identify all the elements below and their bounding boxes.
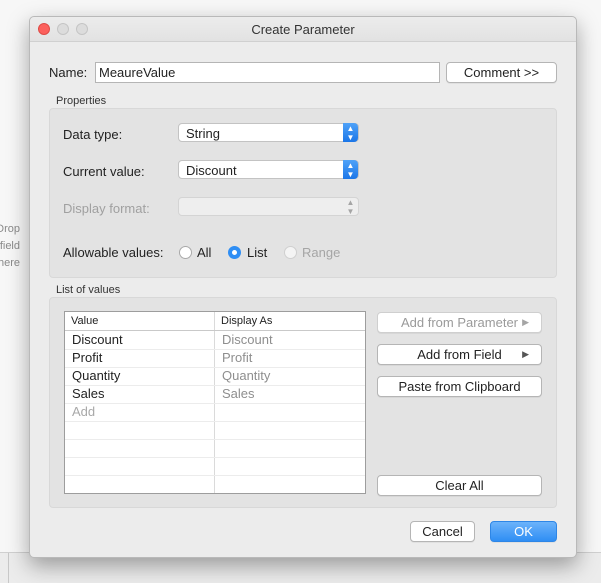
triangle-right-icon: ▶ bbox=[522, 349, 529, 359]
row-value[interactable]: Profit bbox=[72, 350, 102, 365]
allowable-values-label: Allowable values: bbox=[63, 245, 164, 260]
title-bar[interactable]: Create Parameter bbox=[30, 17, 576, 42]
data-type-label: Data type: bbox=[63, 127, 123, 142]
radio-all[interactable] bbox=[179, 246, 192, 259]
table-row[interactable]: Quantity Quantity bbox=[65, 367, 365, 386]
comment-button[interactable]: Comment >> bbox=[446, 62, 557, 83]
table-row[interactable]: Discount Discount bbox=[65, 331, 365, 350]
radio-list-label[interactable]: List bbox=[247, 245, 267, 260]
properties-label: Properties bbox=[56, 95, 107, 107]
ok-button[interactable]: OK bbox=[490, 521, 557, 542]
empty-row bbox=[65, 457, 365, 476]
row-value[interactable]: Discount bbox=[72, 332, 123, 347]
row-value[interactable]: Sales bbox=[72, 386, 105, 401]
add-from-parameter-button: Add from Parameter ▶ bbox=[377, 312, 542, 333]
drop-field-hint: Drop field here bbox=[0, 221, 20, 272]
row-display-as[interactable]: Profit bbox=[222, 350, 252, 365]
data-type-select[interactable]: String ▲ ▼ bbox=[178, 123, 359, 142]
add-placeholder[interactable]: Add bbox=[72, 404, 95, 419]
current-value-select[interactable]: Discount ▲ ▼ bbox=[178, 160, 359, 179]
radio-range bbox=[284, 246, 297, 259]
radio-range-label: Range bbox=[302, 245, 341, 260]
table-header: Value Display As bbox=[65, 312, 365, 331]
select-stepper-icon: ▲ ▼ bbox=[346, 198, 355, 216]
clear-all-button[interactable]: Clear All bbox=[377, 475, 542, 496]
triangle-right-icon: ▶ bbox=[522, 317, 529, 327]
add-from-parameter-label: Add from Parameter bbox=[400, 315, 519, 330]
cancel-button[interactable]: Cancel bbox=[410, 521, 475, 542]
name-label: Name: bbox=[49, 65, 88, 80]
row-display-as[interactable]: Sales bbox=[222, 386, 255, 401]
paste-from-clipboard-button[interactable]: Paste from Clipboard bbox=[377, 376, 542, 397]
column-header-value[interactable]: Value bbox=[71, 315, 98, 327]
hint-line: field bbox=[0, 240, 20, 252]
add-row[interactable]: Add bbox=[65, 403, 365, 422]
select-stepper-icon: ▲ ▼ bbox=[343, 160, 358, 179]
empty-row bbox=[65, 439, 365, 458]
add-from-field-label: Add from Field bbox=[417, 347, 502, 362]
list-of-values-label: List of values bbox=[56, 284, 121, 296]
current-value-label: Current value: bbox=[63, 164, 145, 179]
display-format-label: Display format: bbox=[63, 201, 150, 216]
name-input[interactable]: MeaureValue bbox=[95, 62, 440, 83]
data-type-value: String bbox=[186, 126, 220, 141]
row-display-as[interactable]: Discount bbox=[222, 332, 273, 347]
empty-row bbox=[65, 421, 365, 440]
table-row[interactable]: Sales Sales bbox=[65, 385, 365, 404]
display-format-select: ▲ ▼ bbox=[178, 197, 359, 216]
values-table[interactable]: Value Display As Discount Discount Profi… bbox=[64, 311, 366, 494]
dialog-title: Create Parameter bbox=[251, 22, 355, 37]
radio-all-label[interactable]: All bbox=[197, 245, 211, 260]
hint-line: here bbox=[0, 257, 20, 269]
hint-line: Drop bbox=[0, 223, 20, 235]
row-display-as[interactable]: Quantity bbox=[222, 368, 270, 383]
current-value-value: Discount bbox=[186, 163, 237, 178]
select-stepper-icon: ▲ ▼ bbox=[343, 123, 358, 142]
radio-list[interactable] bbox=[228, 246, 241, 259]
row-value[interactable]: Quantity bbox=[72, 368, 120, 383]
table-row[interactable]: Profit Profit bbox=[65, 349, 365, 368]
create-parameter-dialog: Create Parameter Name: MeaureValue Comme… bbox=[29, 16, 577, 558]
add-from-field-button[interactable]: Add from Field ▶ bbox=[377, 344, 542, 365]
column-header-display-as[interactable]: Display As bbox=[221, 315, 272, 327]
